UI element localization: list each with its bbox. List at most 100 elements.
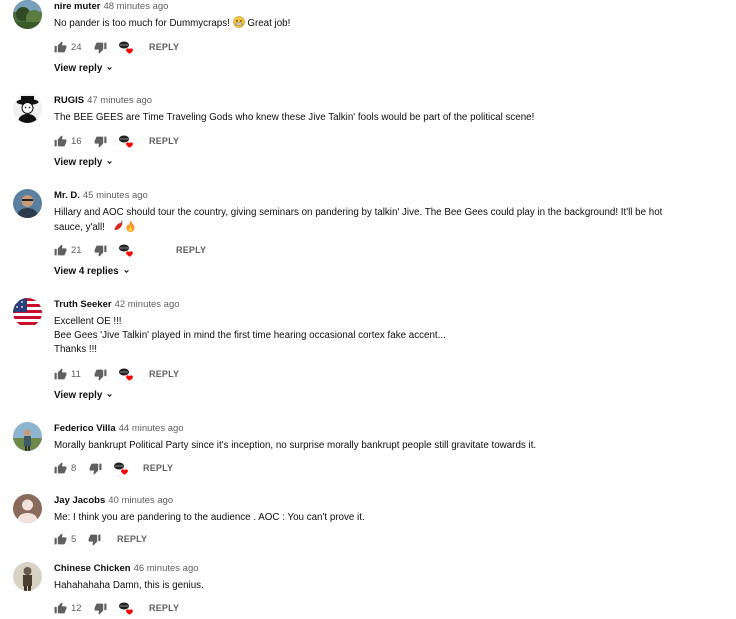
thumb-down-icon[interactable] [94, 368, 107, 381]
reply-button[interactable]: REPLY [143, 462, 173, 475]
author-name[interactable]: RUGIS [54, 95, 84, 106]
author-name[interactable]: Truth Seeker [54, 299, 112, 310]
thumb-up-icon[interactable] [54, 533, 67, 546]
comment-actions: 8 REPLY [54, 462, 254, 476]
comment-line: sauce, y'all! [54, 222, 105, 233]
comment-line: Me: I think you are pandering to the aud… [54, 512, 365, 523]
comment-text: Excellent OE !!! Bee Gees 'Jive Talkin' … [54, 315, 714, 357]
comment-header: Chinese Chicken 46 minutes ago [54, 563, 199, 575]
avatar[interactable] [13, 298, 42, 327]
thumb-up-icon[interactable] [54, 135, 67, 148]
comment-actions: 12 REPLY [54, 602, 254, 616]
chevron-down-icon [107, 66, 113, 70]
comment-actions: 24 REPLY [54, 41, 254, 55]
view-replies-label: View 4 replies [54, 266, 119, 277]
comment-actions: 11 REPLY [54, 368, 254, 382]
chevron-down-icon [107, 393, 113, 397]
creator-heart-icon [119, 368, 133, 381]
thumb-up-icon[interactable] [54, 462, 67, 475]
like-count: 11 [71, 369, 81, 380]
comment-text: No pander is too much for Dummycraps! Gr… [54, 16, 291, 29]
reply-button[interactable]: REPLY [149, 135, 179, 148]
view-replies-label: View reply [54, 63, 103, 74]
comment-text: The BEE GEES are Time Traveling Gods who… [54, 111, 714, 125]
hot-pepper-emoji-icon [114, 220, 123, 231]
creator-heart-icon [119, 41, 133, 54]
view-replies-button[interactable]: View 4 replies [54, 266, 131, 278]
comment-text: Me: I think you are pandering to the aud… [54, 511, 714, 525]
comment-actions: 21 REPLY [54, 244, 254, 258]
comment-line: Bee Gees 'Jive Talkin' played in mind th… [54, 330, 446, 341]
reply-button[interactable]: REPLY [117, 533, 147, 546]
view-replies-button[interactable]: View reply [54, 390, 114, 402]
avatar[interactable] [13, 562, 42, 591]
thumb-up-icon[interactable] [54, 602, 67, 615]
author-name[interactable]: Mr. D. [54, 190, 80, 201]
comment-text: Hillary and AOC should tour the country,… [54, 206, 714, 235]
comment-line: Excellent OE !!! [54, 316, 122, 327]
thumb-down-icon[interactable] [94, 244, 107, 257]
creator-heart-icon [114, 462, 128, 475]
comment-header: Truth Seeker 42 minutes ago [54, 299, 180, 311]
author-name[interactable]: Federico Villa [54, 423, 116, 434]
creator-heart-icon [119, 602, 133, 615]
thumb-down-icon[interactable] [94, 135, 107, 148]
comment-header: Jay Jacobs 40 minutes ago [54, 495, 173, 507]
creator-heart-icon [119, 244, 133, 257]
comment-actions: 16 REPLY [54, 135, 254, 149]
avatar[interactable] [13, 0, 42, 29]
timestamp[interactable]: 47 minutes ago [87, 95, 152, 106]
like-count: 16 [71, 136, 82, 147]
comment-line: Morally bankrupt Political Party since i… [54, 440, 537, 451]
like-count: 21 [71, 245, 82, 256]
avatar[interactable] [13, 422, 42, 451]
view-replies-label: View reply [54, 390, 103, 401]
avatar[interactable] [13, 94, 42, 123]
timestamp[interactable]: 40 minutes ago [108, 495, 173, 506]
avatar[interactable] [13, 189, 42, 218]
reply-button[interactable]: REPLY [149, 41, 179, 54]
chevron-down-icon [123, 269, 129, 273]
timestamp[interactable]: 48 minutes ago [103, 1, 168, 12]
avatar[interactable] [13, 494, 42, 523]
comment-header: Federico Villa 44 minutes ago [54, 423, 184, 435]
author-name[interactable]: Chinese Chicken [54, 563, 131, 574]
thumb-down-icon[interactable] [89, 462, 102, 475]
reply-button[interactable]: REPLY [149, 368, 179, 381]
comment-header: Mr. D. 45 minutes ago [54, 190, 148, 202]
like-count: 24 [71, 42, 82, 53]
thumb-down-icon[interactable] [94, 41, 107, 54]
comment-line: No pander is too much for Dummycraps! [54, 18, 230, 29]
like-count: 5 [71, 534, 77, 545]
comment-actions: 5 REPLY [54, 533, 254, 547]
comment-line: The BEE GEES are Time Traveling Gods who… [54, 112, 535, 123]
grimace-emoji-icon [232, 16, 245, 28]
author-name[interactable]: nire muter [54, 1, 100, 12]
thumb-down-icon[interactable] [88, 533, 101, 546]
timestamp[interactable]: 46 minutes ago [134, 563, 199, 574]
chevron-down-icon [107, 160, 113, 164]
comment-text: Hahahahaha Damn, this is genius. [54, 579, 714, 593]
reply-button[interactable]: REPLY [149, 602, 179, 615]
view-replies-label: View reply [54, 157, 103, 168]
view-replies-button[interactable]: View reply [54, 157, 114, 169]
fire-emoji-icon [126, 220, 135, 232]
comment-line: Hillary and AOC should tour the country,… [54, 207, 663, 218]
like-count: 8 [71, 463, 77, 474]
comment-line: Thanks !!! [54, 344, 98, 355]
thumb-up-icon[interactable] [54, 41, 67, 54]
thumb-up-icon[interactable] [54, 368, 67, 381]
comment-line: Hahahahaha Damn, this is genius. [54, 580, 204, 591]
thumb-up-icon[interactable] [54, 244, 67, 257]
thumb-down-icon[interactable] [94, 602, 107, 615]
comment-header: nire muter 48 minutes ago [54, 1, 168, 13]
comment-header: RUGIS 47 minutes ago [54, 95, 152, 107]
timestamp[interactable]: 45 minutes ago [83, 190, 148, 201]
timestamp[interactable]: 42 minutes ago [115, 299, 180, 310]
timestamp[interactable]: 44 minutes ago [119, 423, 184, 434]
author-name[interactable]: Jay Jacobs [54, 495, 105, 506]
comment-text: Morally bankrupt Political Party since i… [54, 439, 714, 453]
creator-heart-icon [119, 135, 133, 148]
reply-button[interactable]: REPLY [176, 244, 206, 257]
view-replies-button[interactable]: View reply [54, 63, 114, 75]
